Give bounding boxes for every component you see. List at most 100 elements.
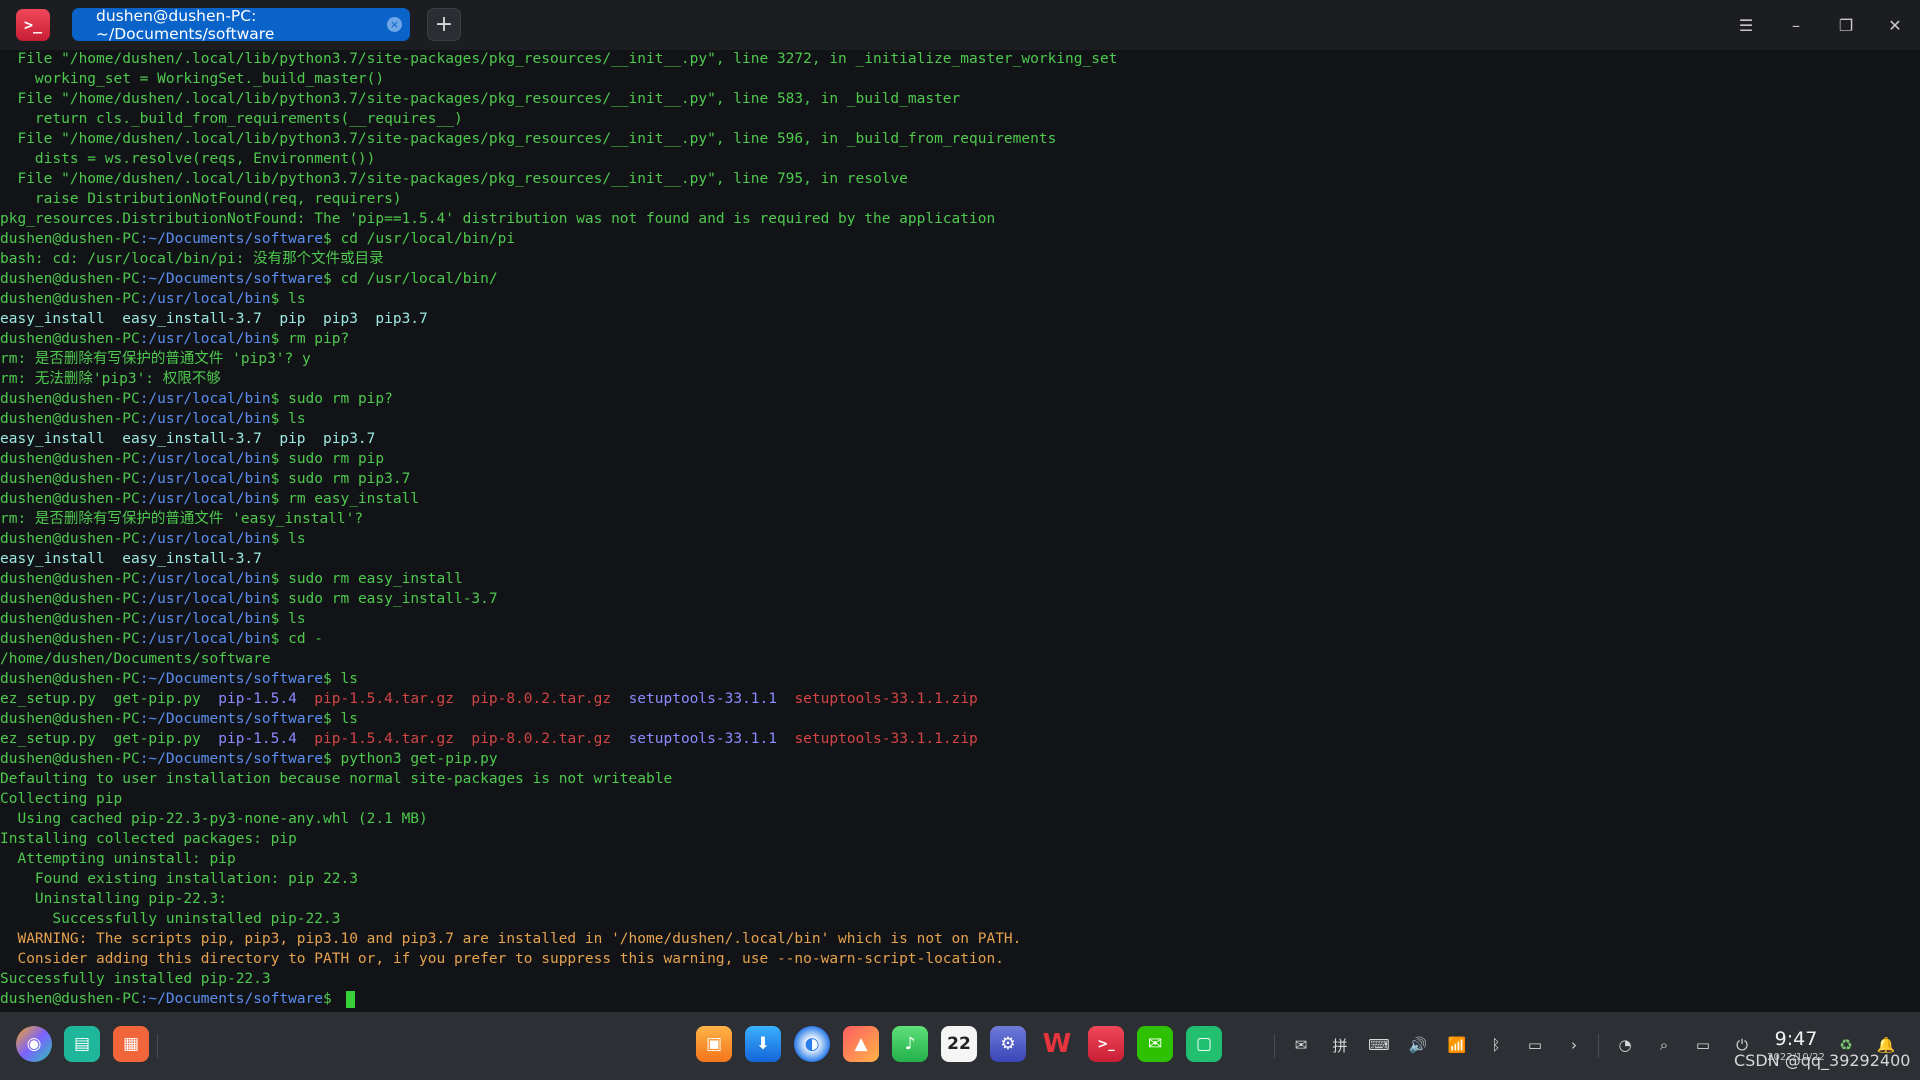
wechat-tray-icon[interactable]: ✉ [1289, 1033, 1313, 1057]
volume-icon[interactable]: 🔊 [1406, 1033, 1430, 1057]
terminal-app-icon[interactable]: >_ [16, 9, 50, 41]
performance-icon[interactable]: ◔ [1613, 1033, 1637, 1057]
terminal-text: Consider adding this directory to PATH o… [0, 951, 1004, 967]
keyboard-icon[interactable]: ⌨ [1367, 1033, 1391, 1057]
taskbar-separator [1598, 1034, 1599, 1058]
terminal-text: setuptools-33.1.1 [628, 691, 777, 707]
tab-close-icon[interactable]: × [387, 17, 402, 32]
terminal-line: dushen@dushen-PC:/usr/local/bin$ cd - [0, 629, 323, 649]
notes-icon[interactable]: ▢ [1186, 1026, 1222, 1062]
power-icon[interactable]: ⏻ [1730, 1033, 1754, 1057]
watermark: CSDN @qq_39292400 [1734, 1051, 1911, 1070]
terminal-text: pip-1.5.4.tar.gz pip-8.0.2.tar.gz [314, 691, 612, 707]
terminal-text: pip-1.5.4.tar.gz pip-8.0.2.tar.gz [314, 731, 612, 747]
terminal-text: dists = ws.resolve(reqs, Environment()) [0, 151, 376, 167]
terminal-icon[interactable]: >_ [1088, 1026, 1124, 1062]
terminal-line: Found existing installation: pip 22.3 [0, 869, 358, 889]
battery-icon[interactable]: ▭ [1523, 1033, 1547, 1057]
terminal-text: $ [323, 991, 341, 1007]
terminal-text: $ sudo rm easy_install-3.7 [270, 591, 498, 607]
terminal-text: $ ls [323, 671, 358, 687]
terminal-line: rm: 无法删除'pip3': 权限不够 [0, 369, 221, 389]
terminal-text: dushen@dushen-PC [0, 591, 140, 607]
new-tab-button[interactable]: + [427, 8, 461, 41]
terminal-line: dists = ws.resolve(reqs, Environment()) [0, 149, 375, 169]
file-manager-icon[interactable]: ▣ [696, 1026, 732, 1062]
terminal-text: setuptools-33.1.1 [628, 731, 777, 747]
terminal-line: File "/home/dushen/.local/lib/python3.7/… [0, 89, 960, 109]
terminal-text: :/usr/local/bin [139, 451, 271, 467]
tab-terminal-session[interactable]: dushen@dushen-PC: ~/Documents/software × [72, 7, 410, 43]
terminal-text: dushen@dushen-PC [0, 271, 140, 287]
terminal-text: File "/home/dushen/.local/lib/python3.7/… [0, 51, 1118, 67]
terminal-text: dushen@dushen-PC [0, 331, 140, 347]
terminal-line: Attempting uninstall: pip [0, 849, 235, 869]
terminal-text: dushen@dushen-PC [0, 411, 140, 427]
terminal-text: setuptools-33.1.1.zip [794, 731, 978, 747]
terminal-line: Successfully installed pip-22.3 [0, 969, 271, 989]
calendar-icon[interactable]: 22 [941, 1026, 977, 1062]
search-icon[interactable]: ⌕ [1652, 1033, 1676, 1057]
app-store-icon[interactable]: ⬇ [745, 1026, 781, 1062]
terminal-text: dushen@dushen-PC [0, 451, 140, 467]
terminal-line: dushen@dushen-PC:/usr/local/bin$ ls [0, 289, 306, 309]
wps-icon[interactable]: W [1039, 1026, 1075, 1062]
clock-time[interactable]: 9:47 [1770, 1028, 1822, 1050]
terminal-text: :~/Documents/software [139, 271, 324, 287]
terminal-text: $ rm pip? [270, 331, 350, 347]
terminal-line: return cls._build_from_requirements(__re… [0, 109, 463, 129]
expand-tray-icon[interactable]: › [1562, 1033, 1586, 1057]
terminal-text: dushen@dushen-PC [0, 611, 140, 627]
terminal-text: $ sudo rm easy_install [270, 571, 463, 587]
terminal-text: rm: 无法删除'pip3': 权限不够 [0, 371, 221, 387]
terminal-line: bash: cd: /usr/local/bin/pi: 没有那个文件或目录 [0, 249, 384, 269]
taskbar: 9:47 2022/10/22 ♻ 🔔 CSDN @qq_39292400 ◉ ▤… [0, 1012, 1920, 1080]
workspace-icon[interactable]: ▦ [113, 1026, 149, 1062]
terminal-text: Successfully uninstalled pip-22.3 [0, 911, 341, 927]
minimize-icon[interactable]: – [1783, 12, 1809, 38]
input-method-icon[interactable]: 拼 [1328, 1033, 1352, 1057]
terminal-line: dushen@dushen-PC:/usr/local/bin$ sudo rm… [0, 389, 393, 409]
launcher-icon[interactable]: ◉ [16, 1026, 52, 1062]
terminal-text: :/usr/local/bin [139, 331, 271, 347]
screen-icon[interactable]: ▭ [1691, 1033, 1715, 1057]
terminal-text: $ ls [270, 291, 306, 307]
terminal-text: $ cd /usr/local/bin/ [323, 271, 498, 287]
terminal-text: rm: 是否删除有写保护的普通文件 'pip3'? y [0, 351, 311, 367]
multitask-view-icon[interactable]: ▤ [64, 1026, 100, 1062]
terminal-text: ez_setup.py get-pip.py [0, 691, 219, 707]
terminal-text: Found existing installation: pip 22.3 [0, 871, 358, 887]
wifi-icon[interactable]: 📶 [1445, 1033, 1469, 1057]
browser-icon[interactable]: ◐ [794, 1026, 830, 1062]
terminal-cursor [346, 990, 356, 1008]
image-viewer-icon[interactable]: ▲ [843, 1026, 879, 1062]
terminal-text: :~/Documents/software [139, 991, 324, 1007]
settings-icon[interactable]: ⚙ [990, 1026, 1026, 1062]
menu-icon[interactable]: ☰ [1733, 12, 1759, 38]
terminal-output[interactable]: File "/home/dushen/.local/lib/python3.7/… [0, 50, 1920, 1012]
music-icon[interactable]: ♪ [892, 1026, 928, 1062]
terminal-text: $ python3 get-pip.py [323, 751, 498, 767]
terminal-text: :/usr/local/bin [139, 291, 271, 307]
bluetooth-icon[interactable]: ᛒ [1484, 1033, 1508, 1057]
terminal-text: easy_install easy_install-3.7 pip pip3 p… [0, 311, 428, 327]
terminal-line: pkg_resources.DistributionNotFound: The … [0, 209, 995, 229]
terminal-line: File "/home/dushen/.local/lib/python3.7/… [0, 129, 1056, 149]
maximize-icon[interactable]: ❐ [1833, 12, 1859, 38]
terminal-line: File "/home/dushen/.local/lib/python3.7/… [0, 169, 907, 189]
terminal-line: dushen@dushen-PC:/usr/local/bin$ sudo rm… [0, 469, 410, 489]
terminal-text: dushen@dushen-PC [0, 631, 140, 647]
terminal-text: easy_install easy_install-3.7 pip pip3.7 [0, 431, 376, 447]
close-icon[interactable]: ✕ [1882, 12, 1908, 38]
terminal-text: dushen@dushen-PC [0, 231, 140, 247]
terminal-line: Using cached pip-22.3-py3-none-any.whl (… [0, 809, 427, 829]
terminal-line: ez_setup.py get-pip.py pip-1.5.4 pip-1.5… [0, 689, 978, 709]
terminal-line: Successfully uninstalled pip-22.3 [0, 909, 340, 929]
terminal-line: Installing collected packages: pip [0, 829, 297, 849]
wechat-icon[interactable]: ✉ [1137, 1026, 1173, 1062]
terminal-text: $ sudo rm pip [270, 451, 385, 467]
terminal-text: :~/Documents/software [139, 231, 324, 247]
terminal-line: dushen@dushen-PC:/usr/local/bin$ sudo rm… [0, 589, 498, 609]
